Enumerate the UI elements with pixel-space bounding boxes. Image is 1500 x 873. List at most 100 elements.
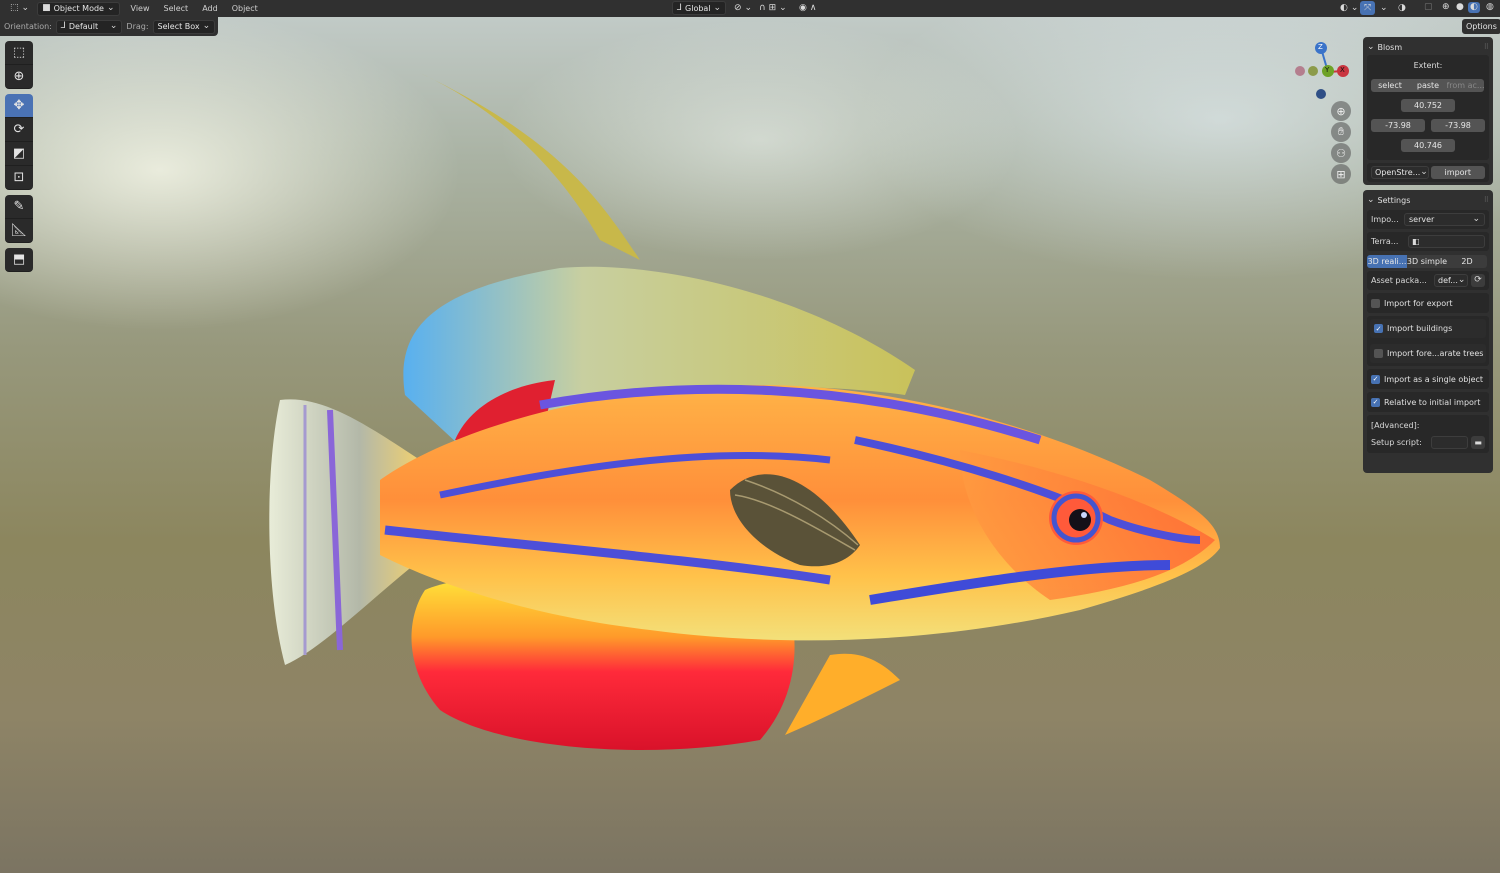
- extent-top-field[interactable]: 40.752: [1401, 99, 1455, 112]
- asset-package-value: def...: [1438, 276, 1458, 285]
- proportional-icon: ◉: [799, 2, 807, 13]
- terrain-selector[interactable]: ◧: [1408, 235, 1485, 248]
- solid-shading-icon[interactable]: ●: [1456, 3, 1464, 12]
- menu-select[interactable]: Select: [157, 4, 196, 13]
- drag-selector[interactable]: Select Box ⌄: [152, 19, 216, 34]
- navigation-gizmo[interactable]: Z Y X ⊕ ✋︎ ⚇ ⊞: [1290, 40, 1356, 184]
- pan-button[interactable]: ✋︎: [1331, 122, 1351, 142]
- select-extent-button[interactable]: select: [1371, 79, 1409, 92]
- chevron-down-icon: ⌄: [106, 3, 115, 13]
- hand-icon: ✋︎: [1337, 125, 1345, 138]
- cursor-tool[interactable]: ⊕: [5, 65, 33, 89]
- menu-view[interactable]: View: [124, 4, 157, 13]
- mode-selector[interactable]: ■ Object Mode ⌄: [37, 1, 120, 16]
- rendered-shading-icon[interactable]: ◍: [1486, 3, 1494, 12]
- move-tool[interactable]: ✥: [5, 94, 33, 118]
- measure-tool[interactable]: 📐︎: [5, 219, 33, 243]
- add-cube-tool[interactable]: ⬒: [5, 248, 33, 272]
- rotate-tool[interactable]: ⟳: [5, 118, 33, 142]
- proportional-editing-toggle[interactable]: ◉ ∧: [795, 1, 821, 15]
- editor-type-selector[interactable]: ⬚ ⌄: [6, 1, 34, 16]
- folder-icon[interactable]: ▬: [1471, 436, 1485, 449]
- ruler-icon: 📐︎: [10, 223, 28, 238]
- refresh-icon[interactable]: ⟳: [1471, 274, 1485, 287]
- buildings-group: ✓ Import buildings Import fore...arate t…: [1367, 316, 1489, 366]
- transform-tool[interactable]: ⊡: [5, 166, 33, 190]
- chevron-down-icon: ⌄: [1472, 214, 1480, 224]
- options-button[interactable]: Options: [1462, 19, 1500, 34]
- single-object-row[interactable]: ✓ Import as a single object: [1367, 369, 1489, 389]
- import-for-export-label: Import for export: [1384, 298, 1453, 308]
- falloff-icon: ∧: [809, 2, 817, 13]
- single-object-checkbox[interactable]: ✓: [1371, 374, 1380, 384]
- import-source-selector[interactable]: server ⌄: [1404, 213, 1485, 226]
- pivot-point-selector[interactable]: ⊘ ⌄: [730, 1, 757, 15]
- relative-initial-checkbox[interactable]: ✓: [1371, 397, 1380, 407]
- fish-model[interactable]: [0, 0, 1500, 873]
- relative-initial-label: Relative to initial import: [1384, 397, 1481, 407]
- 3d-viewport[interactable]: ⬚ ⌄ ■ Object Mode ⌄ View Select Add Obje…: [0, 0, 1500, 873]
- navigate-gizmo-toggle[interactable]: ⤧: [1360, 1, 1376, 15]
- setup-script-field[interactable]: [1430, 436, 1469, 449]
- import-buildings-checkbox[interactable]: ✓: [1374, 324, 1383, 333]
- xray-icon[interactable]: ▢: [1424, 3, 1433, 12]
- overlays-toggle[interactable]: ◑: [1394, 1, 1410, 15]
- import-for-export-checkbox[interactable]: [1371, 298, 1380, 308]
- paste-extent-button[interactable]: paste: [1409, 79, 1447, 92]
- settings-panel-header[interactable]: ⌄ Settings ⠿: [1367, 192, 1489, 208]
- scale-icon: ◩: [12, 146, 26, 161]
- menu-add[interactable]: Add: [195, 4, 225, 13]
- eye-icon: ◐: [1340, 2, 1348, 13]
- overlays-icon: ◑: [1398, 2, 1406, 13]
- chevron-down-icon[interactable]: ⌄: [1380, 4, 1388, 13]
- chevron-down-icon: ⌄: [1367, 194, 1375, 205]
- perspective-toggle-button[interactable]: ⊞: [1331, 164, 1351, 184]
- single-object-label: Import as a single object: [1384, 374, 1484, 384]
- drag-value: Select Box: [157, 22, 200, 31]
- chevron-down-icon: ⌄: [1457, 275, 1466, 285]
- extent-right-field[interactable]: -73.98: [1431, 119, 1485, 132]
- camera-view-button[interactable]: ⚇: [1331, 143, 1351, 163]
- import-buildings-label: Import buildings: [1387, 324, 1453, 333]
- import-source-value: server: [1409, 215, 1435, 224]
- pivot-icon: ⊘: [734, 2, 742, 13]
- drag-handle-icon[interactable]: ⠿: [1484, 43, 1489, 51]
- orientation-selector[interactable]: ⅃ Default ⌄: [55, 19, 123, 34]
- menu-object[interactable]: Object: [225, 4, 265, 13]
- extent-left-field[interactable]: -73.98: [1371, 119, 1425, 132]
- import-row: OpenStre... ⌄ import: [1367, 163, 1489, 182]
- import-for-export-row[interactable]: Import for export: [1367, 293, 1489, 313]
- rotate-icon: ⟳: [13, 122, 25, 137]
- blosm-panel-header[interactable]: ⌄ Blosm ⠿: [1367, 39, 1489, 55]
- extent-box: Extent: select paste from ac... 40.752 -…: [1367, 55, 1489, 160]
- gizmo-x-label: X: [1340, 66, 1345, 74]
- transform-orientation-selector[interactable]: ⅃ Global ⌄: [672, 1, 727, 15]
- material-shading-icon[interactable]: ◐: [1468, 2, 1480, 13]
- zoom-button[interactable]: ⊕: [1331, 101, 1351, 121]
- 3d-viewport-icon: ⬚: [10, 3, 19, 13]
- select-box-icon: ⬚: [12, 45, 26, 60]
- mode-3d-realistic[interactable]: 3D reali...: [1367, 255, 1407, 268]
- import-forests-checkbox[interactable]: [1374, 349, 1383, 358]
- scale-tool[interactable]: ◩: [5, 142, 33, 166]
- asset-package-selector[interactable]: def... ⌄: [1434, 274, 1468, 287]
- extent-bottom-field[interactable]: 40.746: [1401, 139, 1455, 152]
- mode-2d[interactable]: 2D: [1447, 255, 1487, 268]
- data-source-selector[interactable]: OpenStre... ⌄: [1371, 166, 1429, 179]
- wireframe-shading-icon[interactable]: ⊕: [1442, 3, 1450, 12]
- import-buildings-row[interactable]: ✓ Import buildings: [1370, 319, 1486, 338]
- import-button[interactable]: import: [1430, 166, 1485, 179]
- gizmo-z-label: Z: [1318, 43, 1323, 51]
- magnet-icon: ∩: [759, 2, 766, 13]
- import-forests-row[interactable]: Import fore...arate trees: [1370, 344, 1486, 363]
- relative-initial-row[interactable]: ✓ Relative to initial import: [1367, 392, 1489, 412]
- mode-3d-simple[interactable]: 3D simple: [1407, 255, 1447, 268]
- advanced-group: [Advanced]: Setup script: ▬: [1367, 415, 1489, 453]
- annotate-tool[interactable]: ✎: [5, 195, 33, 219]
- orientation-label: Orientation:: [4, 22, 52, 31]
- from-active-button[interactable]: from ac...: [1447, 79, 1484, 92]
- gizmo-visibility-toggle[interactable]: ◐ ⌄: [1336, 1, 1363, 15]
- drag-handle-icon[interactable]: ⠿: [1484, 196, 1489, 204]
- snap-toggle[interactable]: ∩ ⊞ ⌄: [755, 1, 791, 15]
- select-box-tool[interactable]: ⬚: [5, 41, 33, 65]
